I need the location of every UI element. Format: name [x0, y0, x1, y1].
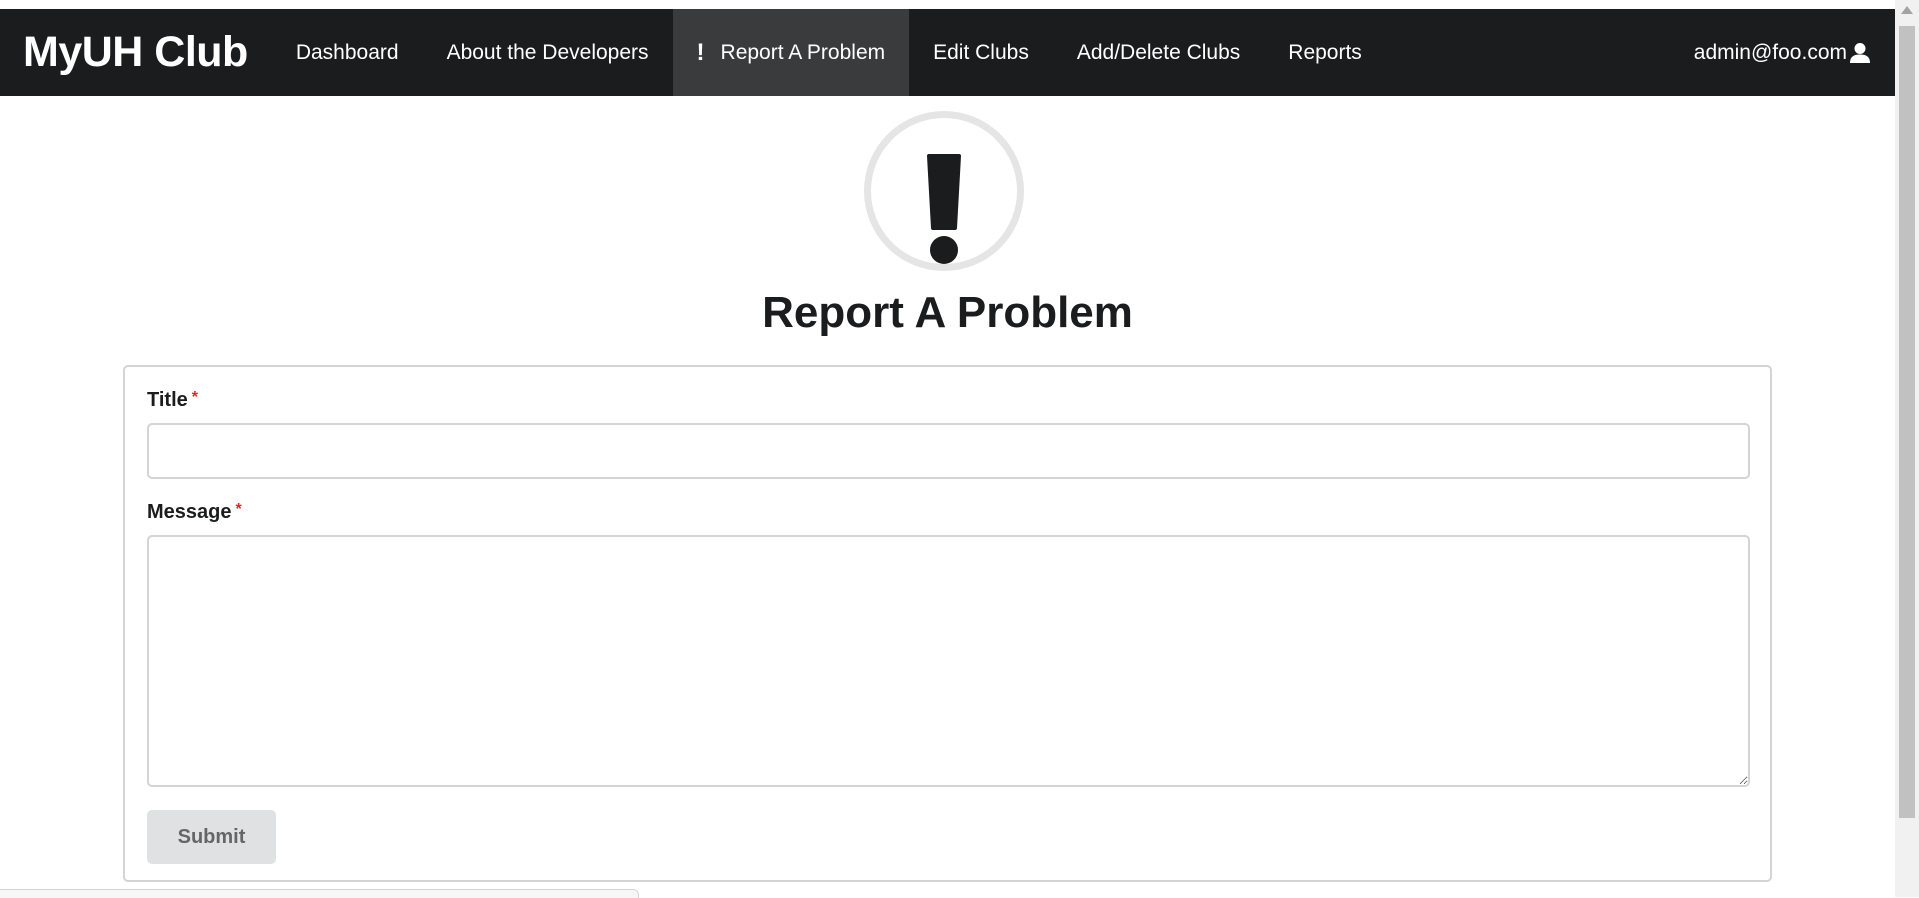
nav-item-label: Report A Problem	[720, 40, 886, 64]
nav-item-label: Edit Clubs	[933, 40, 1029, 64]
user-icon	[1850, 42, 1870, 63]
brand-logo[interactable]: MyUH Club	[0, 9, 272, 96]
required-marker: *	[191, 389, 198, 406]
nav-item-dashboard[interactable]: Dashboard	[272, 9, 423, 96]
nav-item-reports[interactable]: Reports	[1264, 9, 1386, 96]
nav-item-add-delete-clubs[interactable]: Add/Delete Clubs	[1053, 9, 1264, 96]
user-email: admin@foo.com	[1693, 40, 1847, 64]
scrollbar-thumb[interactable]	[1899, 26, 1915, 818]
title-label-text: Title	[147, 389, 188, 411]
nav-item-edit-clubs[interactable]: Edit Clubs	[909, 9, 1053, 96]
nav-item-label: About the Developers	[446, 40, 649, 64]
vertical-scrollbar[interactable]	[1895, 0, 1919, 897]
nav-item-label: Dashboard	[295, 40, 399, 64]
nav-item-about-developers[interactable]: About the Developers	[423, 9, 673, 96]
submit-button[interactable]: Submit	[147, 810, 276, 864]
report-problem-form: Title * Message * Submit	[123, 365, 1772, 882]
nav-item-label: Reports	[1288, 40, 1362, 64]
required-marker: *	[235, 501, 242, 518]
message-label-text: Message	[147, 501, 232, 523]
message-label: Message *	[147, 501, 242, 524]
nav-item-report-problem[interactable]: ! Report A Problem	[672, 9, 910, 96]
page-title: Report A Problem	[762, 288, 1133, 337]
message-textarea[interactable]	[147, 535, 1750, 787]
exclamation-icon	[927, 154, 961, 264]
nav-item-label: Add/Delete Clubs	[1076, 40, 1241, 64]
title-label: Title *	[147, 389, 198, 412]
report-problem-header-icon	[864, 111, 1024, 271]
title-input[interactable]	[147, 423, 1750, 479]
scroll-up-arrow-icon[interactable]	[1901, 6, 1913, 14]
exclamation-icon: !	[696, 38, 705, 66]
top-strip	[0, 0, 1895, 9]
top-navbar: MyUH Club Dashboard About the Developers…	[0, 9, 1895, 96]
user-menu[interactable]: admin@foo.com	[1670, 9, 1895, 96]
